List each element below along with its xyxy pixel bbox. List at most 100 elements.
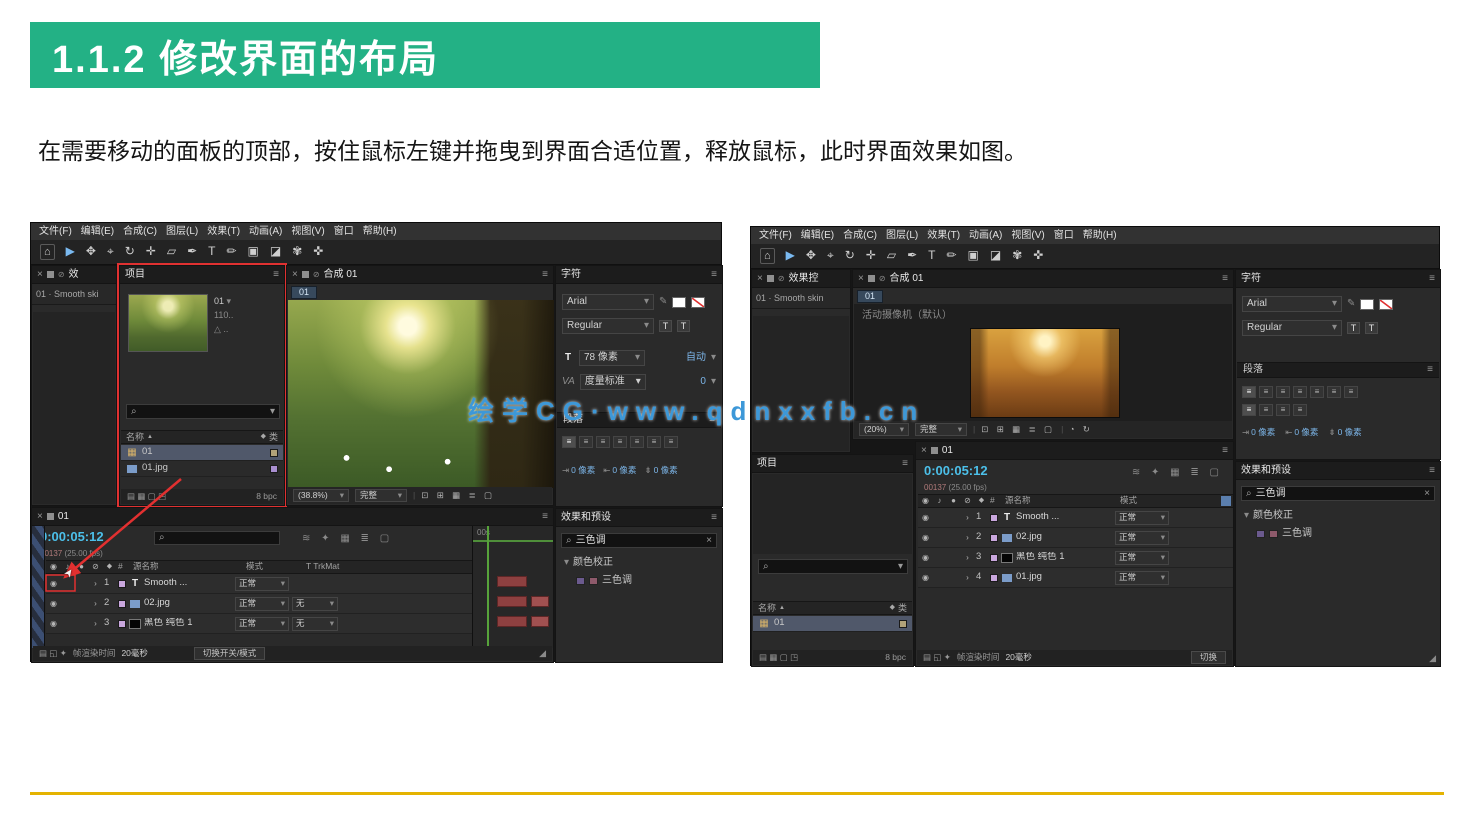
blend-mode-dropdown[interactable]: 正常▾ — [235, 617, 289, 631]
item-name[interactable]: 01 — [774, 618, 785, 629]
effects-presets-tab-label[interactable]: 效果和预设 — [561, 512, 611, 524]
layer-label-color[interactable] — [118, 620, 126, 628]
label-column-icon[interactable]: ◆ — [890, 604, 895, 612]
layer-label-color[interactable] — [118, 600, 126, 608]
project-search-input[interactable]: ⌕ ▾ — [758, 559, 908, 574]
pan-behind-tool-icon[interactable]: ✛ — [146, 245, 156, 259]
layer-row[interactable]: ◉ › 1 T Smooth ... 正常▾ — [918, 508, 1233, 528]
panel-menu-icon[interactable]: ≡ — [542, 269, 548, 281]
solo-column-icon[interactable]: ● — [948, 496, 959, 505]
eye-column-icon[interactable]: ◉ — [920, 496, 931, 505]
layer-row[interactable]: ◉ › 3 黑色 纯色 1 正常▾ — [918, 548, 1233, 568]
effect-category-row[interactable]: ▾ 颜色校正 — [564, 557, 613, 569]
panel-menu-icon[interactable]: ≡ — [1427, 364, 1433, 376]
layer-name[interactable]: 黑色 纯色 1 — [1016, 552, 1112, 563]
menu-item[interactable]: 文件(F) — [759, 230, 792, 242]
panel-menu-icon[interactable]: ≡ — [273, 269, 279, 281]
menu-item[interactable]: 图层(L) — [166, 226, 198, 238]
paragraph-justify-icon[interactable]: ≡ — [1276, 404, 1290, 416]
zoom-tool-icon[interactable]: ⌖ — [107, 245, 114, 259]
paragraph-align-icon[interactable]: ≡ — [1276, 386, 1290, 398]
item-name[interactable]: 01.jpg — [142, 463, 168, 474]
layer-name[interactable]: 02.jpg — [144, 598, 232, 609]
project-tab-label[interactable]: 项目 — [125, 269, 145, 281]
layer-name[interactable]: 01.jpg — [1016, 572, 1112, 583]
effects-search-value[interactable]: 三色调 — [1256, 488, 1286, 500]
timeline-view-icons[interactable]: ≋ ✦ ▦ ≣ ▢ — [1132, 467, 1223, 479]
type-tool-icon[interactable]: T — [208, 245, 215, 259]
effects-search-input[interactable]: ⌕ 三色调 × — [1241, 486, 1435, 501]
toggle-switches-button[interactable]: 切换 — [1191, 651, 1226, 665]
home-icon[interactable]: ⌂ — [760, 248, 775, 265]
selection-tool-icon[interactable]: ▶ — [786, 249, 795, 263]
project-footer-icons[interactable]: ▤ ▦ ▢ ◳ — [759, 653, 798, 663]
menu-item[interactable]: 帮助(H) — [363, 226, 397, 238]
orbit-camera-tool-icon[interactable]: ↻ — [125, 245, 135, 259]
brush-tool-icon[interactable]: ✏ — [946, 249, 956, 263]
expand-chevron-icon[interactable]: › — [962, 573, 973, 582]
timeline-footer-icons[interactable]: ▤ ◱ ✦ — [39, 649, 67, 659]
project-tab-label[interactable]: 项目 — [757, 458, 777, 470]
item-label-color[interactable] — [899, 620, 907, 628]
sort-asc-icon[interactable]: ▲ — [147, 434, 153, 441]
timeline-footer-icons[interactable]: ▤ ◱ ✦ — [923, 653, 951, 663]
paragraph-tab-label[interactable]: 段落 — [1243, 364, 1263, 376]
layer-label-color[interactable] — [118, 580, 126, 588]
work-area-bar[interactable] — [473, 540, 553, 542]
solo-column-icon[interactable]: ● — [76, 562, 87, 571]
indent-field[interactable]: ⇤ 0 像素 — [603, 466, 636, 476]
layer-row[interactable]: ◉ › 1 T Smooth ... 正常▾ ▾ — [46, 574, 472, 594]
font-style-select[interactable]: Regular▾ — [1242, 320, 1342, 336]
effect-item-label[interactable]: 三色调 — [1282, 528, 1312, 540]
panel-menu-icon[interactable]: ≡ — [711, 512, 717, 524]
timeline-search-input[interactable]: ⌕ — [154, 531, 280, 545]
project-item-row[interactable]: ▦ 01 — [753, 616, 912, 632]
panel-menu-icon[interactable]: ≡ — [711, 269, 717, 281]
font-style-select[interactable]: Regular▾ — [562, 318, 654, 334]
auto-leading-value[interactable]: 自动 — [686, 352, 706, 364]
font-family-select[interactable]: Arial▾ — [1242, 296, 1342, 312]
eyedropper-icon[interactable]: ✎ — [659, 296, 667, 308]
audio-column-icon[interactable]: ♪ — [934, 496, 945, 505]
expand-chevron-icon[interactable]: › — [962, 553, 973, 562]
layer-name[interactable]: Smooth ... — [1016, 512, 1112, 523]
project-search-input[interactable]: ⌕ ▾ — [126, 404, 280, 419]
layer-row[interactable]: ◉ › 2 02.jpg 正常▾ — [918, 528, 1233, 548]
menu-item[interactable]: 效果(T) — [207, 226, 240, 238]
type-column-header[interactable]: 类 — [898, 603, 907, 613]
layer-visibility-icon[interactable]: ◉ — [48, 619, 59, 628]
layer-label-color[interactable] — [990, 554, 998, 562]
stroke-over-fill-icon[interactable]: T — [1347, 322, 1360, 334]
menu-item[interactable]: 图层(L) — [886, 230, 918, 242]
pen-tool-icon[interactable]: ✒ — [187, 245, 197, 259]
stroke-over-fill-icon[interactable]: T — [659, 320, 672, 332]
indent-field[interactable]: ⇟ 0 像素 — [644, 466, 677, 476]
fill-over-stroke-icon[interactable]: T — [1365, 322, 1378, 334]
viewer-option-icons[interactable]: ⊡ ⊞ ▦ ≣ ▢ — [421, 491, 495, 501]
composition-tab-label[interactable]: 合成 01 — [324, 269, 358, 281]
effect-item-row[interactable]: 三色调 — [576, 575, 632, 587]
character-tab-label[interactable]: 字符 — [1241, 273, 1261, 285]
no-stroke-swatch[interactable] — [1379, 299, 1393, 310]
expand-caret-icon[interactable]: ▾ — [1244, 510, 1249, 522]
timeline-view-icons[interactable]: ≋ ✦ ▦ ≣ ▢ — [302, 533, 393, 545]
trkmat-dropdown[interactable]: 无▾ — [292, 597, 338, 611]
orbit-camera-tool-icon[interactable]: ↻ — [845, 249, 855, 263]
effects-search-input[interactable]: ⌕ 三色调 × — [561, 533, 717, 548]
item-label-color[interactable] — [270, 449, 278, 457]
timeline-tab-label[interactable]: 01 — [942, 445, 953, 457]
layer-row[interactable]: ◉ › 2 02.jpg 正常▾ 无▾ — [46, 594, 472, 614]
layer-duration-bar[interactable] — [497, 576, 527, 587]
layer-row[interactable]: ◉ › 3 黑色 纯色 1 正常▾ 无▾ — [46, 614, 472, 634]
leading-caret-icon[interactable]: ▾ — [711, 352, 716, 364]
viewer-option-icons[interactable]: ⊡ ⊞ ▦ ≣ ▢ — [981, 425, 1055, 435]
effect-item-row[interactable]: 三色调 — [1256, 528, 1312, 540]
label-column-icon[interactable]: ◆ — [261, 433, 266, 441]
eyedropper-icon[interactable]: ✎ — [1347, 298, 1355, 310]
blend-mode-dropdown[interactable]: 正常▾ — [235, 577, 289, 591]
label-column-icon[interactable]: ◆ — [976, 497, 987, 505]
indent-field[interactable]: ⇟ 0 像素 — [1328, 428, 1361, 438]
lock-column-icon[interactable]: ⊘ — [90, 562, 101, 571]
panel-tab-label[interactable]: 效 — [69, 269, 79, 281]
paragraph-align-icon[interactable]: ≡ — [1293, 386, 1307, 398]
